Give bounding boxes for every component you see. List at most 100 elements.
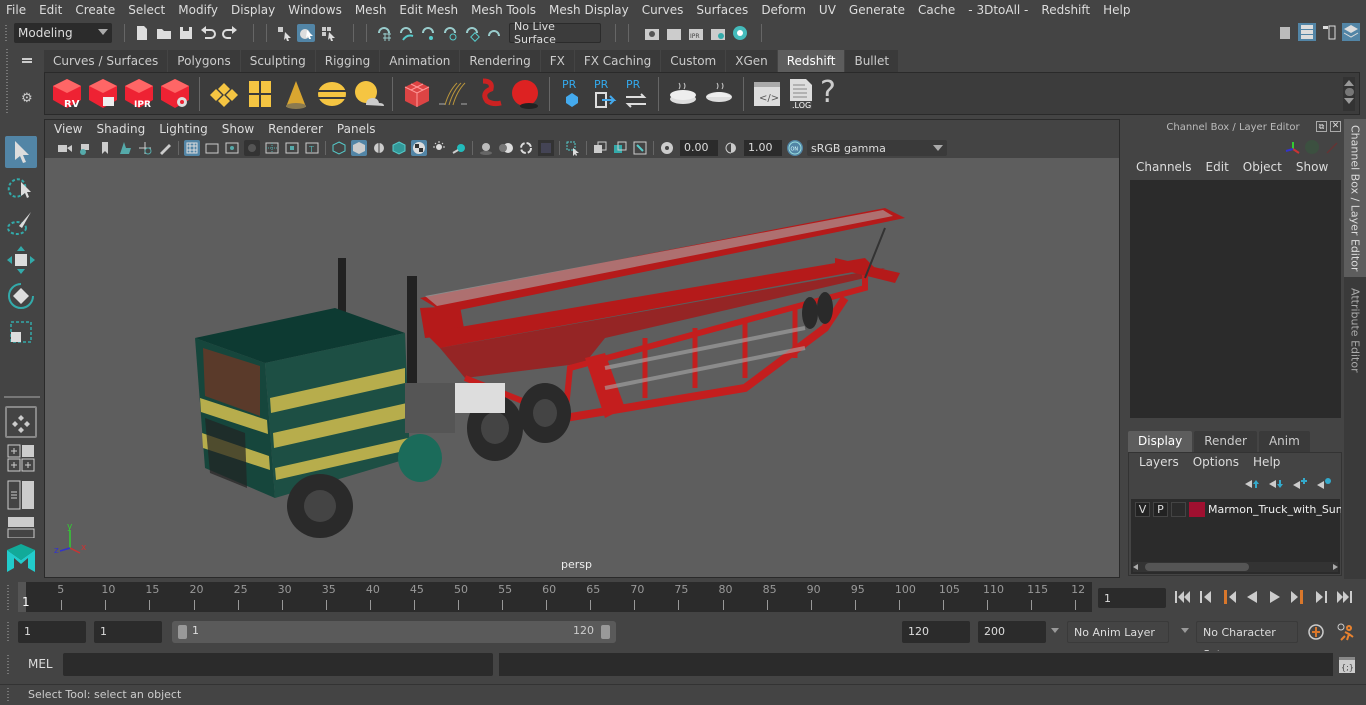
xray-joints-icon[interactable] xyxy=(592,140,608,156)
camera-select-icon[interactable] xyxy=(57,140,73,156)
command-input[interactable] xyxy=(63,653,493,676)
log-file-icon[interactable]: .LOG xyxy=(786,77,816,111)
step-forward-icon[interactable] xyxy=(1312,589,1330,605)
world-space-icon[interactable] xyxy=(1325,141,1339,158)
gamma-field[interactable]: 1.00 xyxy=(744,140,782,156)
layer-name[interactable]: Marmon_Truck_with_Sun_ xyxy=(1208,503,1341,516)
shelf-scroll[interactable] xyxy=(1343,77,1355,111)
paint-select-tool-icon[interactable] xyxy=(5,208,37,240)
new-scene-icon[interactable] xyxy=(133,24,151,42)
undo-icon[interactable] xyxy=(199,24,217,42)
gamma-icon[interactable] xyxy=(723,140,739,156)
make-live-icon[interactable] xyxy=(485,24,503,42)
scale-tool-icon[interactable] xyxy=(5,316,37,348)
shelf-settings-icon[interactable]: ⚙ xyxy=(21,91,33,106)
redshift-dome-light-icon[interactable] xyxy=(316,77,348,111)
vp-menu-panels[interactable]: Panels xyxy=(337,122,376,136)
playback-start-field[interactable]: 1 xyxy=(94,621,162,643)
outliner-layout-icon[interactable] xyxy=(5,480,37,510)
cb-menu-object[interactable]: Object xyxy=(1243,160,1282,174)
menu-edit[interactable]: Edit xyxy=(39,3,62,17)
exposure-icon[interactable] xyxy=(659,140,675,156)
menu-curves[interactable]: Curves xyxy=(642,3,684,17)
truck-model[interactable]: y x z xyxy=(45,158,1119,577)
2d-pan-zoom-icon[interactable] xyxy=(137,140,153,156)
script-editor-icon[interactable]: </> xyxy=(752,77,782,111)
float-panel-icon[interactable]: ⧉ xyxy=(1316,121,1327,132)
cb-menu-channels[interactable]: Channels xyxy=(1136,160,1192,174)
menu-redshift[interactable]: Redshift xyxy=(1041,3,1090,17)
select-hierarchy-icon[interactable] xyxy=(275,24,293,42)
cb-menu-edit[interactable]: Edit xyxy=(1206,160,1229,174)
view-transform-dropdown[interactable]: sRGB gamma xyxy=(807,140,947,156)
textured-icon[interactable] xyxy=(411,140,427,156)
pr-cube-icon[interactable]: PR xyxy=(558,77,586,111)
move-tool-icon[interactable] xyxy=(5,244,37,276)
shelf-tab-xgen[interactable]: XGen xyxy=(726,50,778,72)
redshift-settings-icon[interactable] xyxy=(159,77,191,111)
viewport-3d-scene[interactable]: y x z persp xyxy=(45,158,1119,577)
live-surface-field[interactable]: No Live Surface xyxy=(509,20,601,46)
backface-culling-icon[interactable] xyxy=(632,140,648,156)
pie-stack-icon[interactable] xyxy=(667,77,699,111)
menu-display[interactable]: Display xyxy=(231,3,275,17)
shelf-menu-icon[interactable] xyxy=(22,61,32,63)
snap-grid-icon[interactable] xyxy=(375,24,393,42)
layer-tab-render[interactable]: Render xyxy=(1194,431,1257,452)
move-layer-up-icon[interactable] xyxy=(1244,477,1260,491)
layer-tab-display[interactable]: Display xyxy=(1128,431,1193,452)
step-back-icon[interactable] xyxy=(1197,589,1215,605)
shelf-tab-fx-caching[interactable]: FX Caching xyxy=(574,50,662,72)
select-component-icon[interactable] xyxy=(319,24,337,42)
render-settings-icon[interactable] xyxy=(709,24,727,42)
anim-layer-dropdown[interactable]: No Anim Layer xyxy=(1067,621,1169,643)
go-to-end-icon[interactable] xyxy=(1335,589,1353,605)
layer-hscrollbar[interactable] xyxy=(1133,562,1338,572)
wireframe-icon[interactable] xyxy=(331,140,347,156)
wireframe-on-shaded-icon[interactable] xyxy=(371,140,387,156)
shadows-icon[interactable] xyxy=(451,140,467,156)
toolbar-grip[interactable] xyxy=(4,24,8,42)
shelf-tab-animation[interactable]: Animation xyxy=(380,50,461,72)
animation-start-field[interactable]: 1 xyxy=(18,621,86,643)
shelf-tab-curves-surfaces[interactable]: Curves / Surfaces xyxy=(44,50,169,72)
menu-modify[interactable]: Modify xyxy=(178,3,218,17)
axis-manipulator-icon[interactable] xyxy=(1284,140,1302,159)
layer-color-swatch[interactable] xyxy=(1189,502,1205,517)
step-forward-key-icon[interactable] xyxy=(1289,589,1307,605)
time-slider[interactable]: 1 5 10 15 20 25 30 35 40 45 50 55 60 65 70 75 80 85 90 95 1… xyxy=(18,582,1092,612)
shelf-grip[interactable] xyxy=(5,48,9,114)
range-end-handle[interactable] xyxy=(601,625,610,639)
auto-key-icon[interactable] xyxy=(1307,623,1325,641)
menu-help[interactable]: Help xyxy=(1103,3,1130,17)
xray-icon[interactable] xyxy=(391,140,407,156)
lasso-tool-icon[interactable] xyxy=(5,172,37,204)
layer-playback-toggle[interactable]: P xyxy=(1153,502,1168,517)
menu-generate[interactable]: Generate xyxy=(849,3,905,17)
object-space-icon[interactable] xyxy=(1305,140,1319,154)
le-menu-options[interactable]: Options xyxy=(1193,455,1239,469)
exposure-field[interactable]: 0.00 xyxy=(680,140,718,156)
side-tab-channel-box[interactable]: Channel Box / Layer Editor xyxy=(1344,119,1366,277)
menu-windows[interactable]: Windows xyxy=(288,3,342,17)
camera-attributes-icon[interactable] xyxy=(77,140,93,156)
open-scene-icon[interactable] xyxy=(155,24,173,42)
character-set-chevron-icon[interactable] xyxy=(1181,628,1189,633)
smooth-shade-icon[interactable] xyxy=(351,140,367,156)
layer-visibility-toggle[interactable]: V xyxy=(1135,502,1150,517)
shelf-menu-dot[interactable] xyxy=(1344,88,1354,96)
new-layer-from-selected-icon[interactable] xyxy=(1316,477,1332,491)
vp-menu-view[interactable]: View xyxy=(54,122,82,136)
tool-settings-toggle-icon[interactable] xyxy=(1320,23,1338,41)
redo-icon[interactable] xyxy=(221,24,239,42)
range-slider[interactable]: 1 120 xyxy=(172,621,616,643)
pr-export-icon[interactable]: PR xyxy=(590,77,618,111)
safe-action-icon[interactable] xyxy=(284,140,300,156)
close-panel-icon[interactable]: ✕ xyxy=(1330,121,1341,132)
select-object-icon[interactable] xyxy=(297,24,315,42)
shelf-tab-fx[interactable]: FX xyxy=(540,50,575,72)
graph-layout-icon[interactable] xyxy=(5,516,37,539)
menu-3dtoall[interactable]: - 3DtoAll - xyxy=(968,3,1028,17)
pr-transfer-icon[interactable]: PR xyxy=(622,77,650,111)
character-set-dropdown[interactable]: No Character Set xyxy=(1196,621,1298,661)
